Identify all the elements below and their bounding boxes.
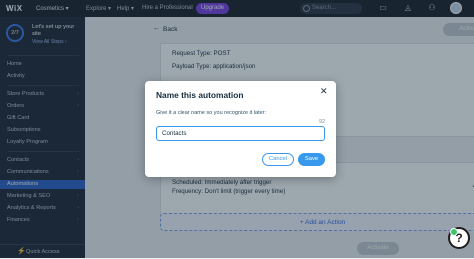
cancel-button[interactable]: Cancel bbox=[262, 153, 294, 166]
character-count: 92 bbox=[319, 119, 326, 125]
dialog-title: Name this automation bbox=[156, 90, 244, 100]
online-status-badge bbox=[450, 228, 458, 236]
name-automation-dialog: Name this automation ✕ Give it a clear n… bbox=[145, 81, 336, 177]
automation-name-input[interactable] bbox=[156, 126, 325, 141]
close-icon[interactable]: ✕ bbox=[320, 87, 328, 96]
dialog-subtitle: Give it a clear name so you recognize it… bbox=[156, 110, 267, 116]
save-button[interactable]: Save bbox=[298, 153, 325, 166]
